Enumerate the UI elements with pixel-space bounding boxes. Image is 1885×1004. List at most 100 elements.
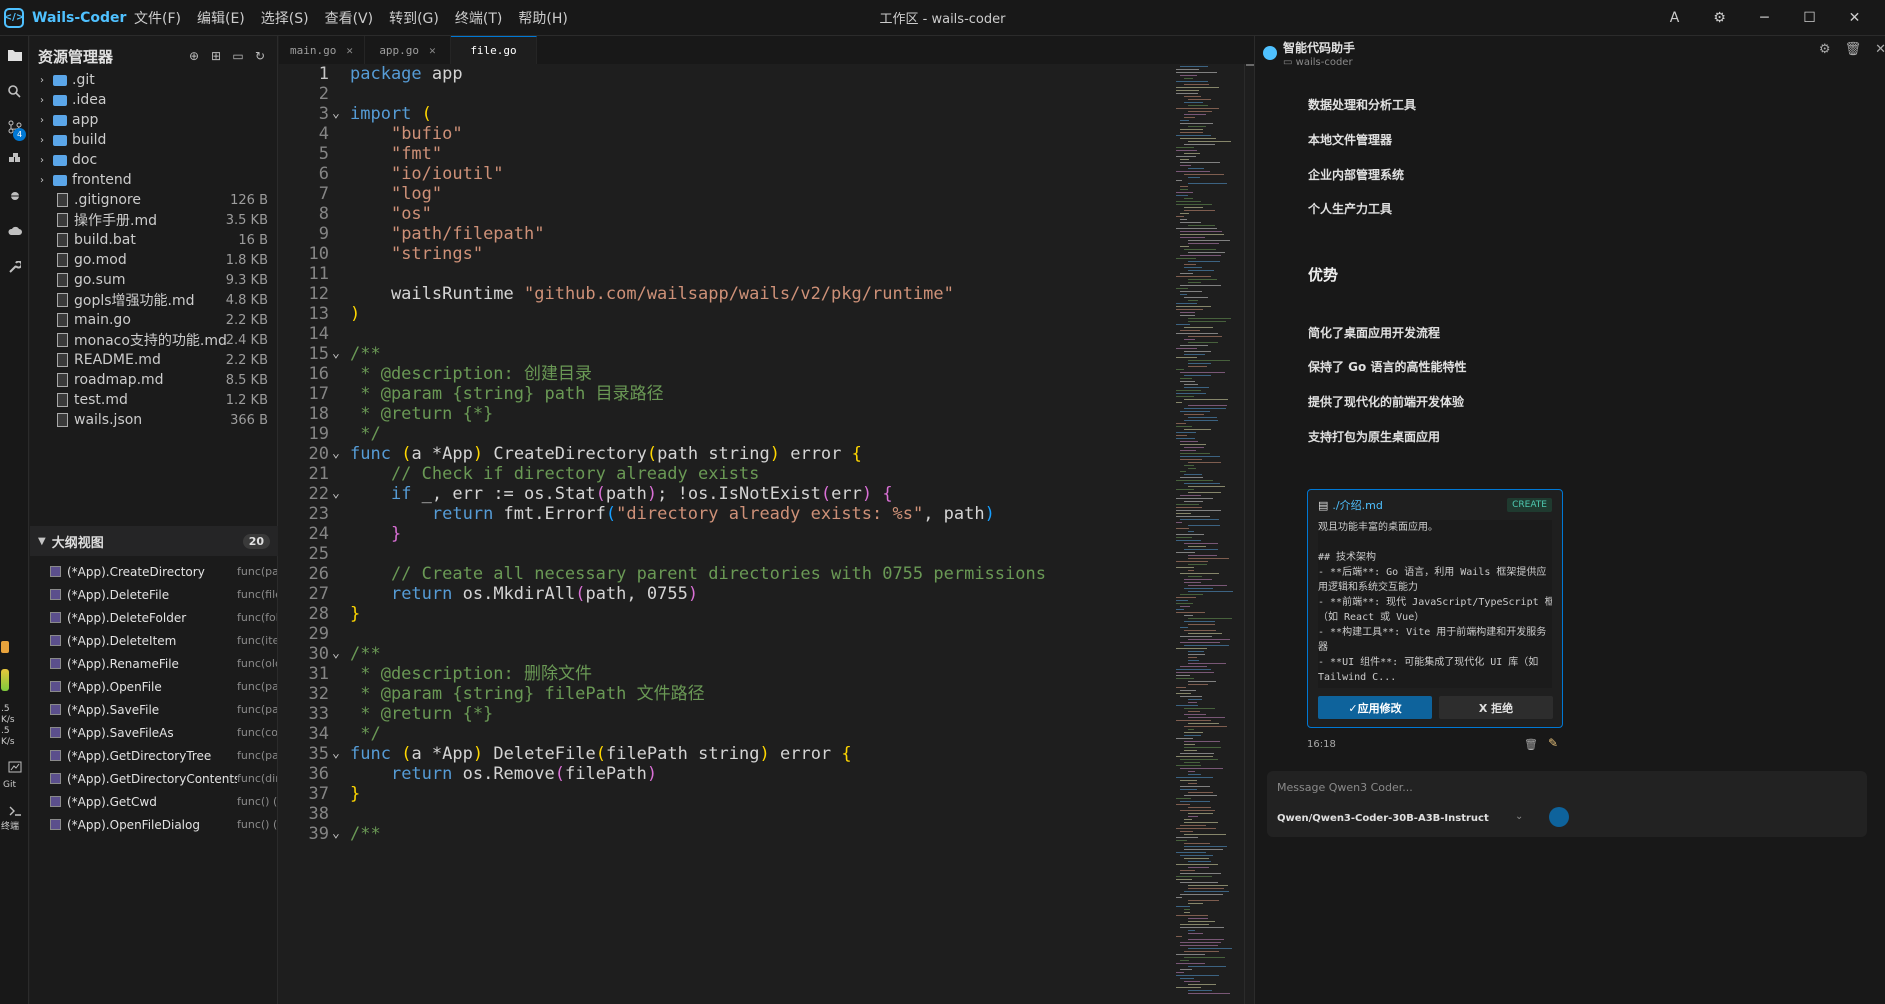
menu-view[interactable]: 查看(V) <box>325 8 374 28</box>
close-panel-icon[interactable]: ✕ <box>1875 42 1885 57</box>
editor-scrollbar[interactable] <box>1244 64 1254 1004</box>
code-line[interactable]: 39 ⌄ /** <box>279 824 1174 844</box>
outline-item[interactable]: (*App).OpenFile func(pa <box>30 675 278 698</box>
code-line[interactable]: 13) <box>279 304 1174 324</box>
tab-close-icon[interactable]: ✕ <box>346 44 353 57</box>
code-line[interactable]: 26 // Create all necessary parent direct… <box>279 564 1174 584</box>
account-icon[interactable]: A <box>1652 0 1697 36</box>
menu-help[interactable]: 帮助(H) <box>518 8 567 28</box>
code-line[interactable]: 21 // Check if directory already exists <box>279 464 1174 484</box>
code-line[interactable]: 16 * @description: 创建目录 <box>279 364 1174 384</box>
tab-file-go[interactable]: file.go <box>451 36 537 64</box>
git-label[interactable]: Git <box>0 780 29 791</box>
code-line[interactable]: 25 <box>279 544 1174 564</box>
tree-folder[interactable]: › frontend <box>30 170 278 190</box>
code-line[interactable]: 31 * @description: 删除文件 <box>279 664 1174 684</box>
model-selector[interactable]: Qwen/Qwen3-Coder-30B-A3B-Instruct <box>1277 813 1489 824</box>
code-line[interactable]: 32 * @param {string} filePath 文件路径 <box>279 684 1174 704</box>
code-line[interactable]: 14 <box>279 324 1174 344</box>
tree-folder[interactable]: › doc <box>30 150 278 170</box>
menu-file[interactable]: 文件(F) <box>134 8 181 28</box>
search-icon[interactable] <box>0 80 29 102</box>
code-line[interactable]: 2 <box>279 84 1174 104</box>
chevron-right-icon[interactable]: › <box>40 175 50 186</box>
code-line[interactable]: 18 * @return {*} <box>279 404 1174 424</box>
code-line[interactable]: 30 ⌄ /** <box>279 644 1174 664</box>
edit-message-pencil-icon[interactable]: ✎ <box>1548 736 1558 750</box>
model-chevron-down-icon[interactable]: ⌄ <box>1515 811 1523 822</box>
explorer-files-icon[interactable] <box>0 44 29 66</box>
outline-item[interactable]: (*App).DeleteFolder func(fol <box>30 606 278 629</box>
code-editor[interactable]: 1 package app 2 3 ⌄ import (4 "bufio" 5 "fmt" 6… <box>279 64 1174 1004</box>
code-line[interactable]: 19 */ <box>279 424 1174 444</box>
tree-folder[interactable]: › .idea <box>30 90 278 110</box>
git-graph-icon[interactable] <box>0 756 29 778</box>
terminal-label[interactable]: 终端 <box>0 822 29 833</box>
fold-chevron-icon[interactable]: ⌄ <box>332 104 340 124</box>
chevron-right-icon[interactable]: › <box>40 115 50 126</box>
chevron-right-icon[interactable]: › <box>40 75 50 86</box>
code-line[interactable]: 12 wailsRuntime "github.com/wailsapp/wai… <box>279 284 1174 304</box>
tree-file[interactable]: go.sum 9.3 KB <box>30 270 278 290</box>
fold-chevron-icon[interactable]: ⌄ <box>332 444 340 464</box>
refresh-icon[interactable]: ↻ <box>253 49 267 63</box>
code-line[interactable]: 7 "log" <box>279 184 1174 204</box>
new-file-icon[interactable]: ⊞ <box>209 49 223 63</box>
chat-input-placeholder[interactable]: Message Qwen3 Coder... <box>1277 781 1413 794</box>
clear-chat-trash-icon[interactable]: 🗑 <box>1845 42 1862 57</box>
close-button[interactable]: ✕ <box>1832 0 1877 36</box>
code-line[interactable]: 22 ⌄ if _, err := os.Stat(path); !os.IsNo… <box>279 484 1174 504</box>
code-line[interactable]: 34 */ <box>279 724 1174 744</box>
send-button[interactable] <box>1549 807 1569 827</box>
tab-close-icon[interactable]: ✕ <box>429 44 436 57</box>
tree-file[interactable]: 操作手册.md 3.5 KB <box>30 210 278 230</box>
tree-file[interactable]: README.md 2.2 KB <box>30 350 278 370</box>
fold-chevron-icon[interactable]: ⌄ <box>332 824 340 844</box>
extensions-icon[interactable] <box>0 148 29 170</box>
debug-bug-icon[interactable] <box>0 184 29 206</box>
code-line[interactable]: 10 "strings" <box>279 244 1174 264</box>
tools-wrench-icon[interactable] <box>0 256 29 278</box>
code-line[interactable]: 6 "io/ioutil" <box>279 164 1174 184</box>
tree-file[interactable]: .gitignore 126 B <box>30 190 278 210</box>
outline-item[interactable]: (*App).OpenFileDialog func() (s <box>30 813 278 836</box>
fold-chevron-icon[interactable]: ⌄ <box>332 484 340 504</box>
outline-header[interactable]: ▼ 大纲视图 20 <box>30 526 278 556</box>
outline-item[interactable]: (*App).GetCwd func() (s <box>30 790 278 813</box>
tree-folder[interactable]: › app <box>30 110 278 130</box>
code-line[interactable]: 28} <box>279 604 1174 624</box>
tab-main-go[interactable]: main.go ✕ <box>279 36 365 64</box>
locate-file-icon[interactable]: ⊕ <box>187 49 201 63</box>
notification-shield-icon[interactable] <box>0 636 10 658</box>
tree-file[interactable]: go.mod 1.8 KB <box>30 250 278 270</box>
code-line[interactable]: 35 ⌄ func (a *App) DeleteFile(filePath str… <box>279 744 1174 764</box>
outline-item[interactable]: (*App).GetDirectoryContents func(dir <box>30 767 278 790</box>
tab-app-go[interactable]: app.go ✕ <box>365 36 451 64</box>
menu-go[interactable]: 转到(G) <box>389 8 439 28</box>
chevron-right-icon[interactable]: › <box>40 95 50 106</box>
maximize-button[interactable]: ☐ <box>1787 0 1832 36</box>
code-line[interactable]: 15 ⌄ /** <box>279 344 1174 364</box>
apply-changes-button[interactable]: ✓应用修改 <box>1318 696 1432 719</box>
outline-item[interactable]: (*App).SaveFile func(pa <box>30 698 278 721</box>
code-line[interactable]: 1 package app <box>279 64 1174 84</box>
outline-item[interactable]: (*App).DeleteFile func(file <box>30 583 278 606</box>
tree-folder[interactable]: › .git <box>30 70 278 90</box>
outline-item[interactable]: (*App).DeleteItem func(ite <box>30 629 278 652</box>
tree-file[interactable]: build.bat 16 B <box>30 230 278 250</box>
code-line[interactable]: 33 * @return {*} <box>279 704 1174 724</box>
code-line[interactable]: 4 "bufio" <box>279 124 1174 144</box>
code-line[interactable]: 20 ⌄ func (a *App) CreateDirectory(path st… <box>279 444 1174 464</box>
code-line[interactable]: 3 ⌄ import ( <box>279 104 1174 124</box>
tree-file[interactable]: test.md 1.2 KB <box>30 390 278 410</box>
tree-file[interactable]: main.go 2.2 KB <box>30 310 278 330</box>
delete-message-trash-icon[interactable]: 🗑 <box>1524 738 1538 751</box>
tree-file[interactable]: gopls增强功能.md 4.8 KB <box>30 290 278 310</box>
outline-item[interactable]: (*App).GetDirectoryTree func(pa <box>30 744 278 767</box>
code-line[interactable]: 36 return os.Remove(filePath) <box>279 764 1174 784</box>
change-file-path[interactable]: ./介绍.md <box>1332 497 1382 513</box>
reject-changes-button[interactable]: X 拒绝 <box>1439 696 1553 719</box>
code-line[interactable]: 37} <box>279 784 1174 804</box>
cloud-icon[interactable] <box>0 220 29 242</box>
outline-item[interactable]: (*App).SaveFileAs func(co <box>30 721 278 744</box>
